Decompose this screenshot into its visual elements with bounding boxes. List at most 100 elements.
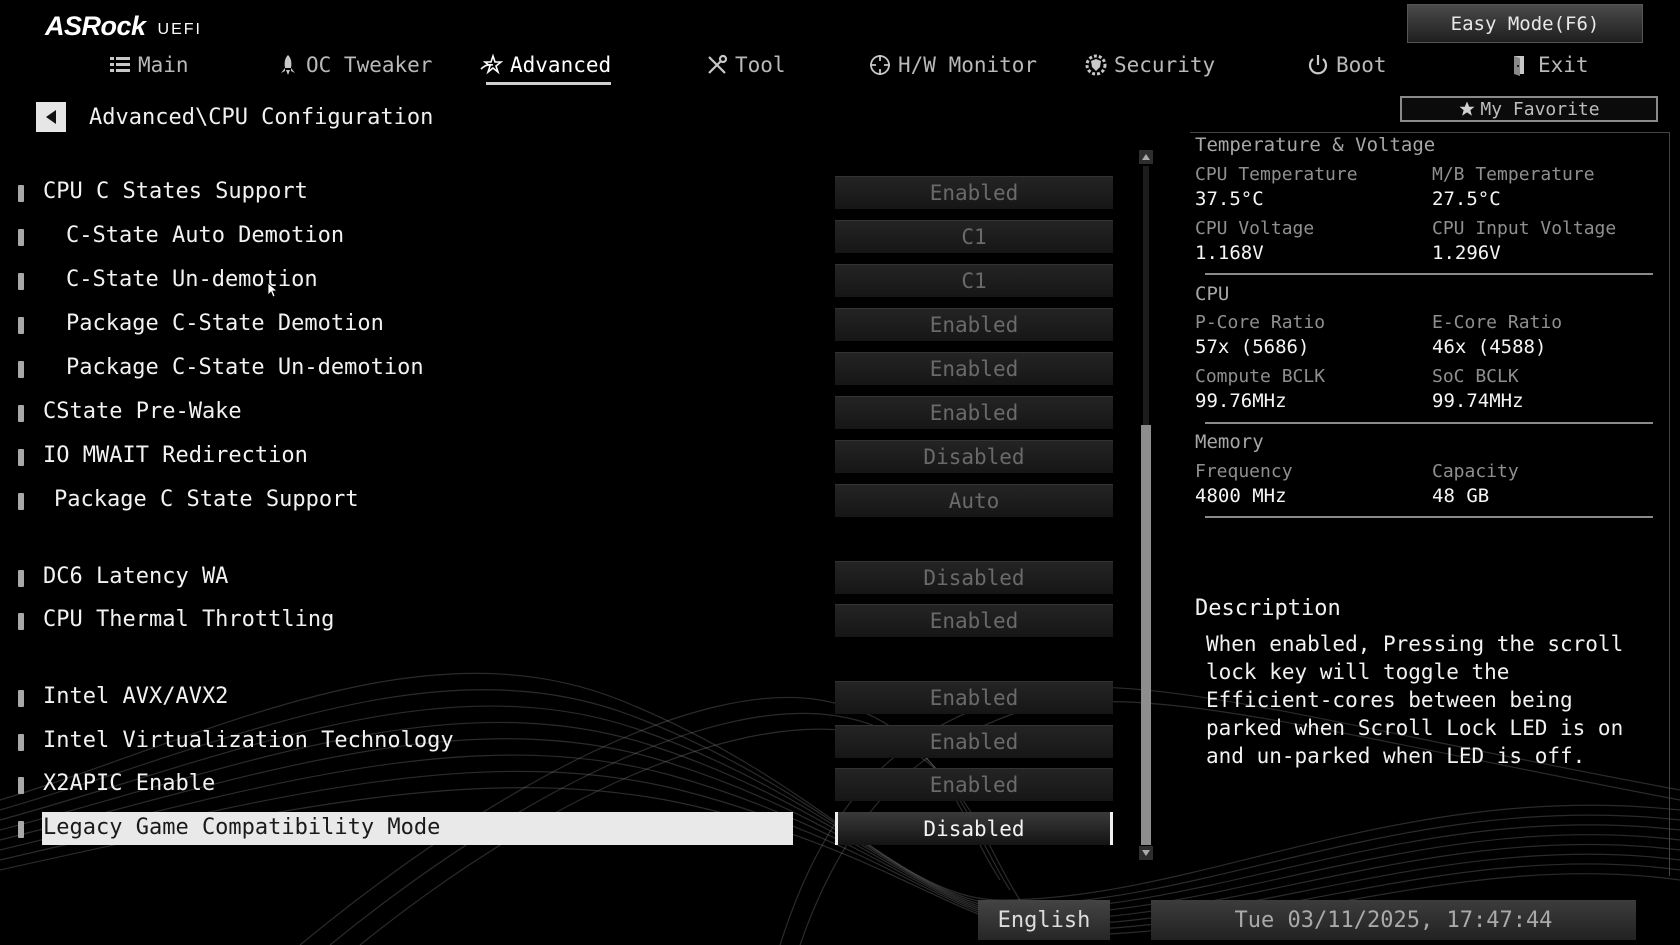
tab-security-label: Security	[1114, 53, 1216, 77]
setting-row[interactable]: C-State Un-demotion C1	[0, 263, 1120, 299]
setting-value[interactable]: Enabled	[835, 308, 1113, 341]
power-icon	[1308, 55, 1328, 75]
tab-boot[interactable]: Boot	[1306, 48, 1387, 82]
star-icon	[1459, 101, 1475, 116]
tab-main-label: Main	[138, 53, 189, 77]
row-marker	[18, 493, 24, 510]
row-marker	[18, 777, 24, 794]
mb-temp-value: 27.5°C	[1432, 188, 1501, 210]
setting-row[interactable]: CPU C States Support Enabled	[0, 175, 1120, 211]
tab-hw-monitor[interactable]: H/W Monitor	[868, 48, 1037, 82]
compute-bclk-label: Compute BCLK	[1195, 366, 1326, 387]
setting-value[interactable]: C1	[835, 264, 1113, 297]
setting-row[interactable]: Package C-State Un-demotion Enabled	[0, 351, 1120, 387]
tools-icon	[708, 54, 728, 74]
cpu-temp-label: CPU Temperature	[1195, 164, 1358, 185]
setting-row-selected[interactable]: Legacy Game Compatibility Mode Disabled	[0, 811, 1120, 847]
tab-advanced[interactable]: Advanced	[480, 48, 612, 85]
back-button[interactable]	[36, 102, 66, 132]
memory-frequency-value: 4800 MHz	[1195, 485, 1287, 507]
row-marker	[18, 570, 24, 587]
setting-row[interactable]: CPU Thermal Throttling Enabled	[0, 603, 1120, 639]
cpu-input-voltage-label: CPU Input Voltage	[1432, 218, 1617, 239]
pcore-ratio-value: 57x (5686)	[1195, 336, 1310, 358]
setting-value[interactable]: C1	[835, 220, 1113, 253]
setting-row[interactable]: DC6 Latency WA Disabled	[0, 560, 1120, 596]
setting-value[interactable]: Auto	[835, 484, 1113, 517]
my-favorite-button[interactable]: My Favorite	[1400, 96, 1658, 122]
row-marker	[18, 185, 24, 202]
soc-bclk-value: 99.74MHz	[1432, 390, 1524, 412]
setting-label: C-State Un-demotion	[66, 267, 318, 292]
setting-label: Intel AVX/AVX2	[43, 684, 229, 709]
setting-row[interactable]: Intel Virtualization Technology Enabled	[0, 724, 1120, 760]
setting-value[interactable]: Disabled	[835, 440, 1113, 473]
easy-mode-button[interactable]: Easy Mode(F6)	[1407, 4, 1643, 43]
tab-exit[interactable]: Exit	[1508, 48, 1589, 82]
setting-label: Package C-State Demotion	[66, 311, 384, 336]
setting-value[interactable]: Enabled	[835, 768, 1113, 801]
datetime-display: Tue 03/11/2025, 17:47:44	[1151, 900, 1636, 940]
brand-suffix: UEFI	[157, 21, 202, 38]
description-text: When enabled, Pressing the scroll lock k…	[1206, 632, 1624, 768]
setting-label: DC6 Latency WA	[43, 564, 229, 589]
breadcrumb: Advanced\CPU Configuration	[36, 102, 433, 132]
tab-security[interactable]: Security	[1084, 48, 1215, 82]
row-marker	[18, 361, 24, 378]
setting-value[interactable]: Enabled	[835, 176, 1113, 209]
setting-row[interactable]: Package C-State Demotion Enabled	[0, 307, 1120, 343]
back-arrow-icon	[46, 110, 56, 124]
door-exit-icon	[1514, 56, 1524, 76]
row-marker	[18, 229, 24, 246]
my-favorite-label: My Favorite	[1480, 98, 1600, 120]
setting-value[interactable]: Enabled	[835, 725, 1113, 758]
memory-capacity-label: Capacity	[1432, 461, 1519, 482]
row-marker	[18, 613, 24, 630]
setting-row[interactable]: CState Pre-Wake Enabled	[0, 395, 1120, 431]
cpu-temp-value: 37.5°C	[1195, 188, 1264, 210]
setting-row[interactable]: X2APIC Enable Enabled	[0, 767, 1120, 803]
setting-label: IO MWAIT Redirection	[43, 443, 308, 468]
cpu-voltage-value: 1.168V	[1195, 242, 1264, 264]
memory-section-title: Memory	[1195, 431, 1264, 453]
mb-temp-label: M/B Temperature	[1432, 164, 1595, 185]
tab-main[interactable]: Main	[108, 48, 189, 82]
setting-row[interactable]: IO MWAIT Redirection Disabled	[0, 439, 1120, 475]
brand-name: ASRock	[45, 11, 146, 41]
scrollbar-thumb[interactable]	[1141, 425, 1151, 845]
scroll-down-button[interactable]	[1139, 846, 1153, 860]
divider	[1205, 422, 1653, 424]
tab-tool-label: Tool	[735, 53, 786, 77]
memory-frequency-label: Frequency	[1195, 461, 1293, 482]
row-marker	[18, 405, 24, 422]
setting-value[interactable]: Enabled	[835, 604, 1113, 637]
setting-value[interactable]: Disabled	[835, 812, 1113, 845]
divider	[1205, 273, 1653, 275]
soc-bclk-label: SoC BCLK	[1432, 366, 1519, 387]
setting-label: C-State Auto Demotion	[66, 223, 345, 248]
setting-row[interactable]: C-State Auto Demotion C1	[0, 219, 1120, 255]
setting-row[interactable]: Intel AVX/AVX2 Enabled	[0, 680, 1120, 716]
tab-boot-label: Boot	[1336, 53, 1387, 77]
setting-value[interactable]: Enabled	[835, 681, 1113, 714]
mouse-cursor-icon	[267, 282, 277, 298]
row-marker	[18, 734, 24, 751]
description-title: Description	[1195, 596, 1341, 621]
setting-value[interactable]: Enabled	[835, 352, 1113, 385]
scroll-up-button[interactable]	[1139, 150, 1153, 164]
ecore-ratio-label: E-Core Ratio	[1432, 312, 1563, 333]
setting-label: Legacy Game Compatibility Mode	[43, 815, 441, 840]
setting-value[interactable]: Enabled	[835, 396, 1113, 429]
tab-tool[interactable]: Tool	[705, 48, 786, 82]
asrock-logo: ASRock UEFI	[45, 8, 202, 42]
setting-value[interactable]: Disabled	[835, 561, 1113, 594]
list-icon	[110, 57, 130, 72]
cpu-voltage-label: CPU Voltage	[1195, 218, 1315, 239]
row-marker	[18, 690, 24, 707]
crosshair-icon	[870, 55, 890, 75]
language-button[interactable]: English	[978, 900, 1110, 940]
tab-oc-tweaker[interactable]: OC Tweaker	[276, 48, 432, 82]
setting-row[interactable]: Package C State Support Auto	[0, 483, 1120, 519]
tab-hw-monitor-label: H/W Monitor	[898, 53, 1038, 77]
tab-advanced-label: Advanced	[510, 53, 612, 77]
